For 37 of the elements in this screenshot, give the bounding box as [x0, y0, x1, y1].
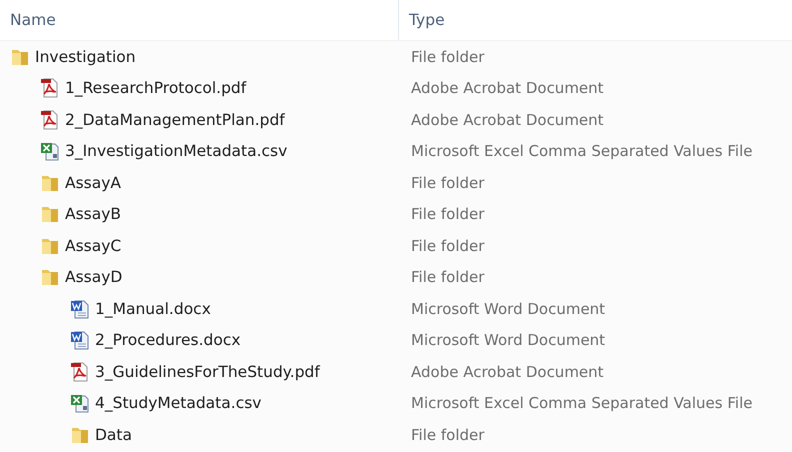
spreadsheet-file-icon: [40, 141, 60, 162]
file-name[interactable]: Investigation: [35, 48, 136, 66]
document-file-icon: [70, 298, 90, 319]
folder-icon: [40, 267, 60, 288]
file-name[interactable]: 4_StudyMetadata.csv: [95, 394, 262, 412]
spreadsheet-file-icon: [70, 393, 90, 414]
file-type: Microsoft Word Document: [411, 300, 606, 318]
file-type: Adobe Acrobat Document: [411, 362, 604, 381]
file-name[interactable]: 2_DataManagementPlan.pdf: [65, 110, 285, 129]
column-header[interactable]: Type: [398, 0, 792, 40]
pdf-file-icon: [40, 78, 60, 98]
file-type: File folder: [411, 205, 484, 224]
folder-icon: [40, 204, 60, 224]
file-type: File folder: [411, 268, 484, 286]
file-name[interactable]: 2_Procedures.docx: [95, 331, 241, 350]
file-type: File folder: [411, 236, 484, 255]
document-file-icon: [70, 330, 90, 350]
file-type: Microsoft Word Document: [411, 331, 606, 350]
file-name[interactable]: 1_Manual.docx: [95, 300, 211, 318]
pdf-file-icon: [70, 362, 90, 382]
file-name[interactable]: AssayB: [65, 205, 122, 224]
file-name[interactable]: 1_ResearchProtocol.pdf: [65, 79, 246, 98]
file-type: Adobe Acrobat Document: [411, 110, 604, 129]
file-type: Microsoft Excel Comma Separated Values File: [411, 142, 752, 160]
file-name[interactable]: 3_GuidelinesForTheStudy.pdf: [95, 362, 320, 381]
file-type: File folder: [411, 426, 484, 444]
file-name[interactable]: AssayC: [65, 236, 122, 255]
column-header[interactable]: Name: [0, 0, 398, 40]
file-name[interactable]: Data: [95, 426, 132, 444]
file-name[interactable]: AssayA: [65, 174, 122, 192]
file-name[interactable]: AssayD: [65, 268, 122, 286]
file-name[interactable]: 3_InvestigationMetadata.csv: [65, 142, 288, 160]
file-type: File folder: [411, 174, 484, 192]
file-type: File folder: [411, 48, 484, 66]
file-type: Microsoft Excel Comma Separated Values File: [411, 394, 752, 412]
pdf-file-icon: [40, 110, 60, 130]
file-type: Adobe Acrobat Document: [411, 79, 604, 98]
